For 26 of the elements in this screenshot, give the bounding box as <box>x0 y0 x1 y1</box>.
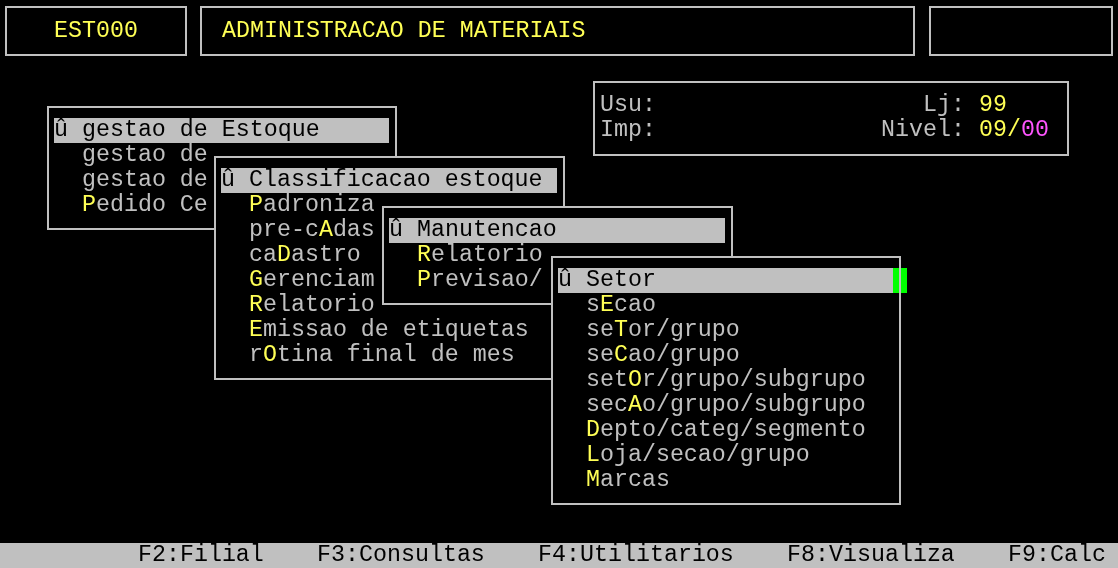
text-cursor-icon <box>893 268 907 293</box>
field-label: Imp: <box>600 118 657 143</box>
field-value: 99 <box>979 93 1008 118</box>
function-key[interactable]: F9:Calc <box>1008 543 1106 568</box>
function-key[interactable]: F8:Visualiza <box>787 543 955 568</box>
menu-item[interactable]: û Manutencao <box>389 218 725 243</box>
menu-item[interactable]: Depto/categ/segmento <box>558 418 893 443</box>
menu-item[interactable]: û Setor <box>558 268 893 293</box>
field-label: Usu: <box>600 93 657 118</box>
menu-item[interactable]: Marcas <box>558 468 893 493</box>
field-label: Lj: <box>922 93 966 118</box>
menu-item[interactable]: Loja/secao/grupo <box>558 443 893 468</box>
field-value: 09/00 <box>979 118 1050 143</box>
menu-item[interactable]: sEcao <box>558 293 893 318</box>
menu-item[interactable]: setOr/grupo/subgrupo <box>558 368 893 393</box>
menu-item[interactable]: û gestao de Estoque <box>54 118 389 143</box>
menu-item[interactable]: seCao/grupo <box>558 343 893 368</box>
function-key[interactable]: F4:Utilitarios <box>538 543 734 568</box>
field-label: Nivel: <box>881 118 966 143</box>
app-title: ADMINISTRACAO DE MATERIAIS <box>200 6 915 56</box>
menu-item[interactable]: secAo/grupo/subgrupo <box>558 393 893 418</box>
function-key[interactable]: F3:Consultas <box>317 543 485 568</box>
menu-item[interactable]: û Classificacao estoque <box>221 168 557 193</box>
menu-item[interactable]: seTor/grupo <box>558 318 893 343</box>
program-code: EST000 <box>5 6 187 56</box>
function-key[interactable]: F2:Filial <box>138 543 264 568</box>
